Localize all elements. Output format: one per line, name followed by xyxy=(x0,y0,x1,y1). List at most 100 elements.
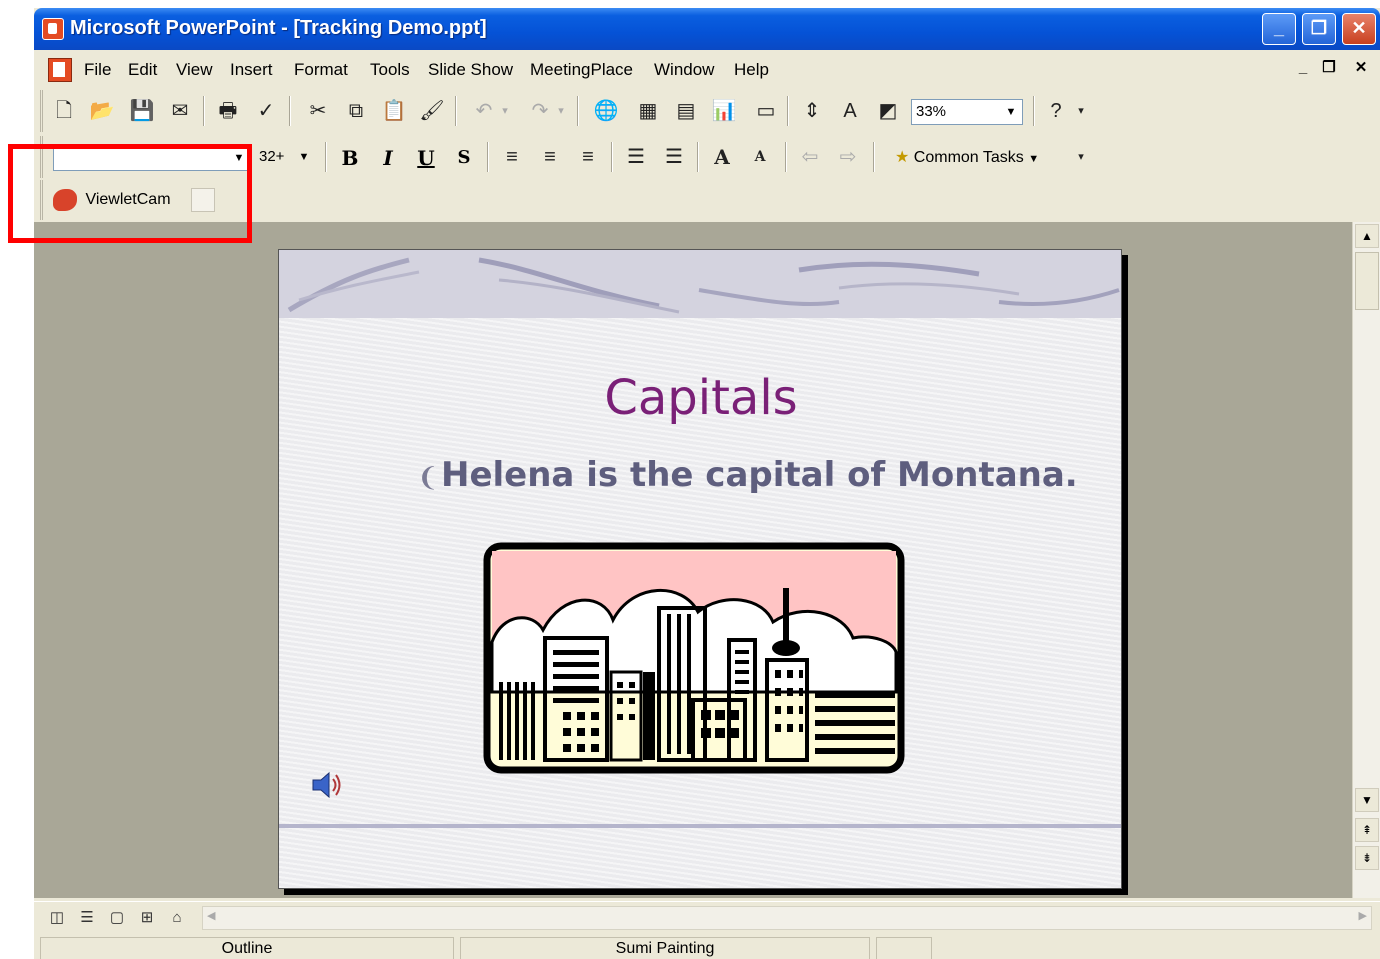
chevron-down-icon[interactable]: ▼ xyxy=(295,147,313,167)
paste-icon[interactable]: 📋 xyxy=(379,96,409,126)
doc-close-button[interactable]: ✕ xyxy=(1350,58,1372,80)
underline-button[interactable]: U xyxy=(411,144,441,172)
menu-tools[interactable]: Tools xyxy=(370,60,410,80)
vertical-scrollbar[interactable]: ▲ ▼ ⇞ ⇟ xyxy=(1352,222,1380,898)
toolbar-options-icon[interactable]: ▾ xyxy=(1073,96,1089,126)
slide[interactable]: Capitals ❨Helena is the capital of Monta… xyxy=(278,249,1122,889)
increase-font-size-icon[interactable]: A xyxy=(707,142,737,172)
menu-window[interactable]: Window xyxy=(654,60,714,80)
doc-minimize-button[interactable]: _ xyxy=(1292,58,1314,80)
menu-file[interactable]: File xyxy=(84,60,111,80)
common-tasks-button[interactable]: ★ Common Tasks ▼ xyxy=(895,144,1039,172)
next-slide-icon[interactable]: ⇟ xyxy=(1355,846,1379,870)
align-right-icon[interactable]: ≡ xyxy=(573,142,603,172)
previous-slide-icon[interactable]: ⇞ xyxy=(1355,818,1379,842)
brush-bullet-icon: ❨ xyxy=(417,463,439,493)
print-icon[interactable]: 🖶 xyxy=(213,96,243,126)
scroll-up-icon[interactable]: ▲ xyxy=(1355,224,1379,248)
menu-bar: File Edit View Insert Format Tools Slide… xyxy=(34,54,1380,86)
sound-icon[interactable] xyxy=(311,770,343,800)
window-title: Microsoft PowerPoint - [Tracking Demo.pp… xyxy=(70,17,487,39)
bullets-icon[interactable]: ☰ xyxy=(659,142,689,172)
expand-all-icon[interactable]: ⇕ xyxy=(797,96,827,126)
new-icon[interactable]: 🗋 xyxy=(49,96,79,126)
email-icon[interactable]: ✉ xyxy=(165,96,195,126)
open-folder-icon[interactable]: 📂 xyxy=(87,96,117,126)
slide-view-icon[interactable]: ▢ xyxy=(104,907,130,929)
view-bar: ◫ ☰ ▢ ⊞ ⌂ ◀ ▶ xyxy=(34,901,1380,933)
standard-toolbar: 🗋 📂 💾 ✉ 🖶 ✓ ✂ ⧉ 📋 🖌 ↶ ▾ ↷ ▾ 🌐 ▦ ▤ 📊 ▭ ⇕ … xyxy=(40,90,1090,132)
slide-header-band xyxy=(279,250,1121,318)
restore-button[interactable]: ❐ xyxy=(1302,13,1336,45)
separator xyxy=(289,96,291,126)
demote-icon[interactable]: ⇨ xyxy=(833,142,863,172)
slide-show-icon[interactable]: ⌂ xyxy=(164,907,190,929)
undo-dropdown-icon[interactable]: ▾ xyxy=(497,96,513,126)
new-slide-icon[interactable]: ▭ xyxy=(751,96,781,126)
decrease-font-size-icon[interactable]: A xyxy=(745,142,775,172)
powerpoint-app-icon[interactable] xyxy=(42,18,64,40)
numbering-icon[interactable]: ☰ xyxy=(621,142,651,172)
menu-meetingplace[interactable]: MeetingPlace xyxy=(530,60,633,80)
hyperlink-icon[interactable]: 🌐 xyxy=(591,96,621,126)
menu-edit[interactable]: Edit xyxy=(128,60,157,80)
toolbar-options-icon[interactable]: ▾ xyxy=(1073,142,1089,172)
cut-icon[interactable]: ✂ xyxy=(303,96,333,126)
sumi-brush-strokes xyxy=(287,257,1120,314)
common-tasks-label: Common Tasks xyxy=(913,149,1024,166)
tables-borders-icon[interactable]: ▦ xyxy=(633,96,663,126)
doc-restore-button[interactable]: ❐ xyxy=(1318,58,1340,80)
shadow-button[interactable]: S xyxy=(449,144,479,172)
close-button[interactable]: ✕ xyxy=(1342,13,1376,45)
outline-view-icon[interactable]: ☰ xyxy=(74,907,100,929)
grayscale-icon[interactable]: ◩ xyxy=(873,96,903,126)
save-icon[interactable]: 💾 xyxy=(127,96,157,126)
horizontal-scrollbar[interactable]: ◀ ▶ xyxy=(202,906,1372,930)
slide-bullet-text: Helena is the capital of Montana. xyxy=(441,455,1078,495)
chevron-down-icon[interactable]: ▼ xyxy=(1002,102,1020,122)
minimize-button[interactable]: _ xyxy=(1262,13,1296,45)
undo-icon[interactable]: ↶ xyxy=(469,96,499,126)
bold-button[interactable]: B xyxy=(335,144,365,172)
slide-title[interactable]: Capitals xyxy=(279,370,1121,426)
status-bar: Outline Sumi Painting xyxy=(34,935,1380,959)
zoom-combo[interactable]: 33% ▼ xyxy=(911,99,1023,125)
menu-help[interactable]: Help xyxy=(734,60,769,80)
slide-work-area[interactable]: Capitals ❨Helena is the capital of Monta… xyxy=(34,222,1352,898)
promote-icon[interactable]: ⇦ xyxy=(795,142,825,172)
insert-chart-icon[interactable]: 📊 xyxy=(709,96,739,126)
show-formatting-icon[interactable]: A xyxy=(835,96,865,126)
redo-dropdown-icon[interactable]: ▾ xyxy=(553,96,569,126)
copy-icon[interactable]: ⧉ xyxy=(341,96,371,126)
menu-slide-show[interactable]: Slide Show xyxy=(428,60,513,80)
redo-icon[interactable]: ↷ xyxy=(525,96,555,126)
scroll-right-icon[interactable]: ▶ xyxy=(1359,909,1367,922)
scroll-left-icon[interactable]: ◀ xyxy=(207,909,215,922)
font-size-combo[interactable]: 32+ ▼ xyxy=(255,145,315,171)
scroll-thumb[interactable] xyxy=(1355,252,1379,310)
separator xyxy=(203,96,205,126)
menu-view[interactable]: View xyxy=(176,60,213,80)
help-icon[interactable]: ? xyxy=(1041,96,1071,126)
slide-sorter-view-icon[interactable]: ⊞ xyxy=(134,907,160,929)
italic-button[interactable]: I xyxy=(373,144,403,172)
align-center-icon[interactable]: ≡ xyxy=(535,142,565,172)
highlight-rectangle xyxy=(8,144,252,243)
separator xyxy=(487,142,489,172)
city-skyline-clipart[interactable] xyxy=(483,542,905,774)
format-painter-icon[interactable]: 🖌 xyxy=(417,96,447,126)
separator xyxy=(455,96,457,126)
insert-table-icon[interactable]: ▤ xyxy=(671,96,701,126)
normal-view-icon[interactable]: ◫ xyxy=(44,907,70,929)
spelling-icon[interactable]: ✓ xyxy=(251,96,281,126)
align-left-icon[interactable]: ≡ xyxy=(497,142,527,172)
status-design-template: Sumi Painting xyxy=(460,937,870,959)
document-icon[interactable] xyxy=(48,58,72,82)
scroll-down-icon[interactable]: ▼ xyxy=(1355,788,1379,812)
menu-format[interactable]: Format xyxy=(294,60,348,80)
slide-bullet[interactable]: ❨Helena is the capital of Montana. xyxy=(417,455,1078,495)
separator xyxy=(577,96,579,126)
separator xyxy=(1033,96,1035,126)
separator xyxy=(787,96,789,126)
menu-insert[interactable]: Insert xyxy=(230,60,273,80)
